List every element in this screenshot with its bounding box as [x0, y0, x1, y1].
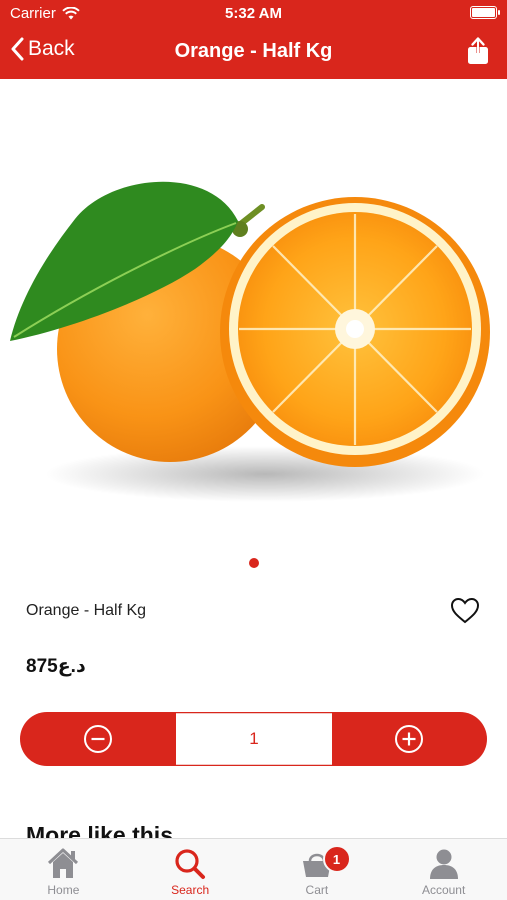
tab-cart[interactable]: 1 Cart	[254, 839, 381, 900]
nav-row: Back Orange - Half Kg	[0, 30, 507, 76]
tab-home[interactable]: Home	[0, 839, 127, 900]
chevron-left-icon	[11, 37, 24, 61]
tab-home-label: Home	[47, 883, 80, 897]
search-icon	[175, 849, 206, 879]
page-title: Orange - Half Kg	[174, 40, 333, 62]
product-name: Orange - Half Kg	[26, 602, 147, 619]
product-price: 875د.ع	[26, 656, 86, 677]
back-label: Back	[28, 37, 75, 60]
minus-circle-icon[interactable]	[83, 724, 113, 754]
share-icon[interactable]	[463, 36, 493, 66]
top-bar: Carrier 5:32 AM Back Orange - Half Kg	[0, 0, 507, 79]
heart-icon[interactable]	[450, 597, 480, 625]
tab-account-label: Account	[421, 883, 466, 897]
cart-badge: 1	[322, 845, 351, 873]
tab-account[interactable]: Account	[380, 839, 507, 900]
tab-bar: Home Search 1 Cart Account	[0, 838, 507, 900]
home-icon	[48, 848, 79, 878]
account-icon	[429, 849, 458, 879]
tab-cart-label: Cart	[305, 883, 329, 897]
carousel-page-indicator	[249, 558, 259, 568]
battery-icon	[470, 6, 500, 19]
orange-product-image	[10, 181, 490, 502]
quantity-value[interactable]: 1	[176, 713, 332, 765]
plus-circle-icon[interactable]	[394, 724, 424, 754]
status-bar: Carrier 5:32 AM	[0, 0, 507, 28]
status-time: 5:32 AM	[225, 5, 282, 22]
quantity-stepper: 1	[20, 712, 487, 766]
tab-search[interactable]: Search	[127, 839, 254, 900]
product-image-carousel[interactable]	[0, 79, 507, 549]
tab-search-label: Search	[171, 883, 210, 897]
back-button[interactable]: Back	[10, 37, 75, 61]
